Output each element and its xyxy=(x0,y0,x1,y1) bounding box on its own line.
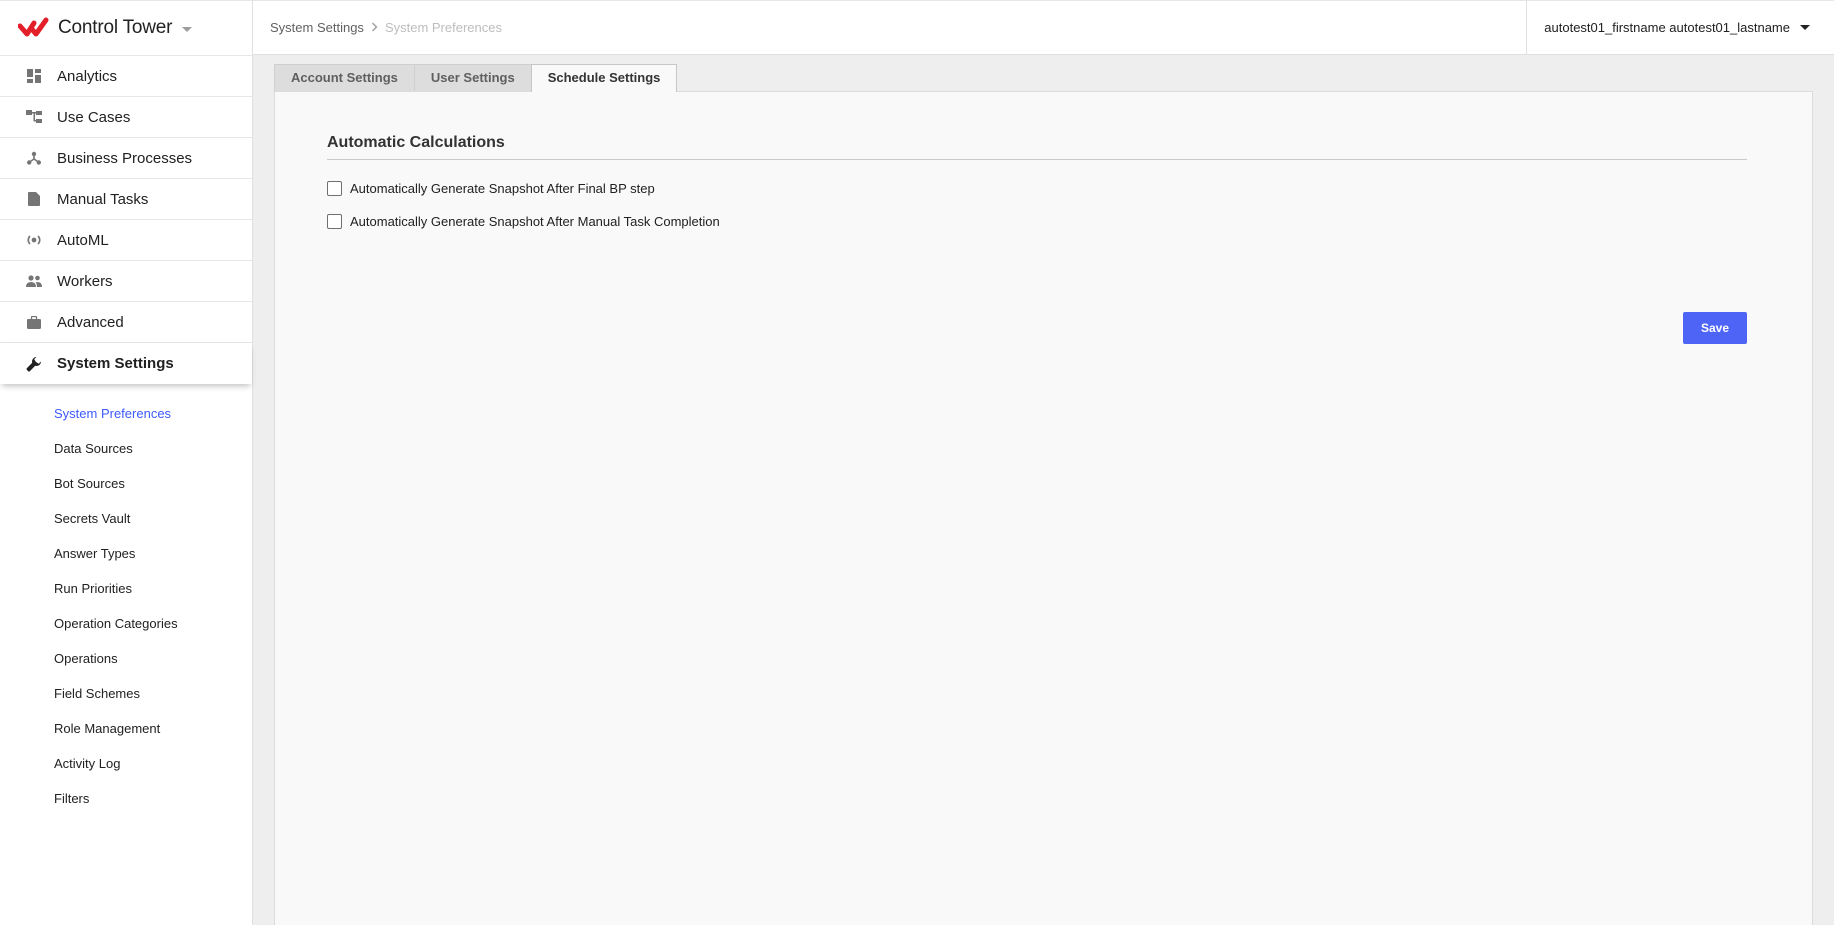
subnav-item-answer-types[interactable]: Answer Types xyxy=(0,536,252,571)
user-name: autotest01_firstname autotest01_lastname xyxy=(1544,20,1790,35)
sidebar-item-label: System Settings xyxy=(57,355,174,372)
subnav-item-role-management[interactable]: Role Management xyxy=(0,711,252,746)
settings-tabs: Account Settings User Settings Schedule … xyxy=(274,64,678,92)
app-title: Control Tower xyxy=(58,17,173,38)
save-button[interactable]: Save xyxy=(1683,312,1747,344)
app-switcher[interactable]: Control Tower xyxy=(0,1,252,56)
sidebar-item-workers[interactable]: Workers xyxy=(0,261,252,302)
sidebar-item-automl[interactable]: AutoML xyxy=(0,220,252,261)
section-title: Automatic Calculations xyxy=(327,134,505,151)
chevron-down-icon xyxy=(1800,25,1810,30)
section-divider xyxy=(327,159,1747,160)
main-nav: Analytics Use Cases Business Processes M… xyxy=(0,56,252,384)
process-icon xyxy=(26,150,42,166)
subnav-item-filters[interactable]: Filters xyxy=(0,781,252,816)
checkbox-snapshot-after-manual-task[interactable]: Automatically Generate Snapshot After Ma… xyxy=(327,214,720,229)
system-settings-subnav: System Preferences Data Sources Bot Sour… xyxy=(0,384,252,816)
sidebar-item-use-cases[interactable]: Use Cases xyxy=(0,97,252,138)
user-menu[interactable]: autotest01_firstname autotest01_lastname xyxy=(1526,1,1834,54)
tab-account-settings[interactable]: Account Settings xyxy=(274,64,415,91)
brand-logo-icon xyxy=(18,15,52,41)
dashboard-icon xyxy=(26,68,42,84)
wrench-icon xyxy=(26,356,42,372)
breadcrumb-current-page: System Preferences xyxy=(384,20,502,35)
hierarchy-icon xyxy=(26,109,42,125)
schedule-settings-panel: Automatic Calculations Automatically Gen… xyxy=(274,91,1813,925)
chevron-down-icon xyxy=(182,27,193,32)
subnav-item-secrets-vault[interactable]: Secrets Vault xyxy=(0,501,252,536)
sidebar-item-label: Advanced xyxy=(57,313,124,331)
subnav-item-operation-categories[interactable]: Operation Categories xyxy=(0,606,252,641)
subnav-item-activity-log[interactable]: Activity Log xyxy=(0,746,252,781)
checkbox-box[interactable] xyxy=(327,181,342,196)
tab-user-settings[interactable]: User Settings xyxy=(413,64,532,91)
subnav-item-system-preferences[interactable]: System Preferences xyxy=(0,396,252,431)
document-icon xyxy=(26,191,42,207)
sidebar-item-system-settings[interactable]: System Settings xyxy=(0,343,252,384)
sidebar-item-label: Manual Tasks xyxy=(57,190,149,208)
main-content: Account Settings User Settings Schedule … xyxy=(253,55,1834,925)
checkbox-snapshot-after-final-bp-step[interactable]: Automatically Generate Snapshot After Fi… xyxy=(327,181,655,196)
subnav-item-run-priorities[interactable]: Run Priorities xyxy=(0,571,252,606)
sidebar-item-label: Business Processes xyxy=(57,149,193,167)
chevron-right-icon xyxy=(371,21,378,35)
people-icon xyxy=(26,273,42,289)
breadcrumb: System Settings System Preferences xyxy=(253,20,502,35)
automl-icon xyxy=(26,232,42,248)
checkbox-label: Automatically Generate Snapshot After Fi… xyxy=(350,181,655,196)
breadcrumb-system-settings[interactable]: System Settings xyxy=(270,20,364,35)
checkbox-label: Automatically Generate Snapshot After Ma… xyxy=(350,214,720,229)
sidebar: Control Tower Analytics Use Cases Busine… xyxy=(0,0,253,925)
subnav-item-data-sources[interactable]: Data Sources xyxy=(0,431,252,466)
subnav-item-bot-sources[interactable]: Bot Sources xyxy=(0,466,252,501)
top-bar: System Settings System Preferences autot… xyxy=(253,0,1834,55)
sidebar-item-label: Workers xyxy=(57,272,113,290)
checkbox-box[interactable] xyxy=(327,214,342,229)
sidebar-item-advanced[interactable]: Advanced xyxy=(0,302,252,343)
tab-schedule-settings[interactable]: Schedule Settings xyxy=(530,64,678,92)
sidebar-item-manual-tasks[interactable]: Manual Tasks xyxy=(0,179,252,220)
subnav-item-operations[interactable]: Operations xyxy=(0,641,252,676)
sidebar-item-business-processes[interactable]: Business Processes xyxy=(0,138,252,179)
sidebar-item-label: Use Cases xyxy=(57,108,131,126)
sidebar-item-label: Analytics xyxy=(57,67,118,85)
subnav-item-field-schemes[interactable]: Field Schemes xyxy=(0,676,252,711)
sidebar-item-label: AutoML xyxy=(57,231,109,249)
sidebar-item-analytics[interactable]: Analytics xyxy=(0,56,252,97)
briefcase-icon xyxy=(26,314,42,330)
